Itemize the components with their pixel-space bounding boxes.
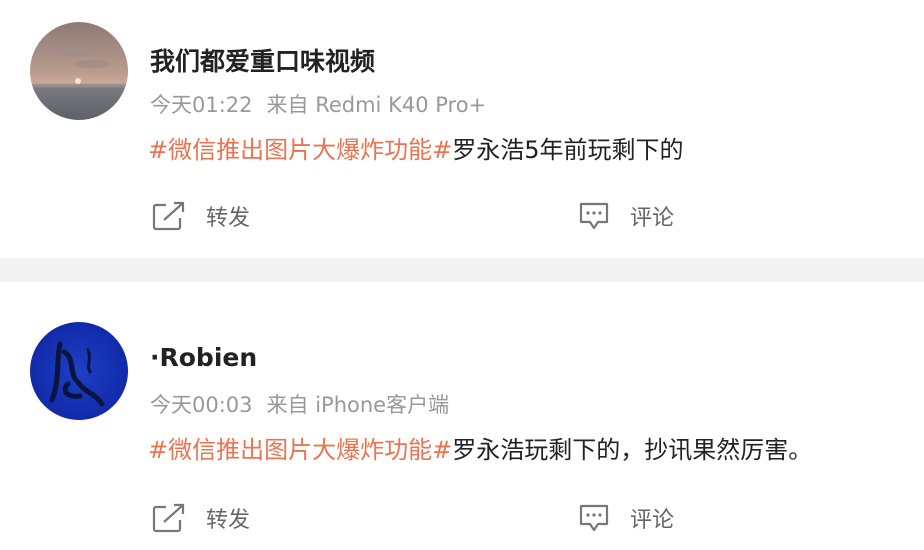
post-divider: [0, 258, 924, 282]
feed-post: 我们都爱重口味视频 今天01:22 来自 Redmi K40 Pro+ #微信推出…: [0, 0, 924, 258]
post-time: 今天00:03: [150, 393, 253, 417]
username[interactable]: ·Robien: [150, 343, 257, 372]
comment-label: 评论: [630, 508, 675, 533]
post-text: 罗永浩玩剩下的，抄讯果然厉害。: [452, 436, 813, 464]
avatar[interactable]: [30, 322, 128, 420]
feed-post: ·Robien 今天00:03 来自 iPhone客户端 #微信推出图片大爆炸功能…: [0, 282, 924, 550]
repost-button[interactable]: 转发: [152, 502, 250, 534]
comment-label: 评论: [630, 206, 675, 231]
post-text: 罗永浩5年前玩剩下的: [452, 136, 684, 164]
blue-ink-avatar-image: [30, 322, 128, 420]
topic-link[interactable]: #微信推出图片大爆炸功能#: [148, 136, 452, 164]
post-content: #微信推出图片大爆炸功能#罗永浩玩剩下的，抄讯果然厉害。: [148, 430, 812, 465]
comment-icon: [579, 504, 609, 532]
post-content: #微信推出图片大爆炸功能#罗永浩5年前玩剩下的: [148, 130, 684, 165]
repost-button[interactable]: 转发: [152, 200, 250, 232]
post-meta: 今天01:22 来自 Redmi K40 Pro+: [150, 89, 486, 119]
comment-button[interactable]: 评论: [578, 502, 674, 534]
post-source: 来自 iPhone客户端: [266, 393, 450, 417]
repost-icon: [152, 503, 185, 533]
repost-label: 转发: [206, 508, 251, 533]
topic-link[interactable]: #微信推出图片大爆炸功能#: [148, 436, 452, 464]
post-time: 今天01:22: [150, 93, 253, 117]
comment-button[interactable]: 评论: [578, 200, 674, 232]
post-source: 来自 Redmi K40 Pro+: [266, 93, 487, 117]
repost-label: 转发: [206, 206, 251, 231]
repost-icon: [152, 201, 185, 231]
sunset-avatar-image: [30, 22, 128, 120]
avatar[interactable]: [30, 22, 128, 120]
comment-icon: [579, 202, 609, 230]
username[interactable]: 我们都爱重口味视频: [150, 42, 375, 78]
post-meta: 今天00:03 来自 iPhone客户端: [150, 389, 449, 419]
